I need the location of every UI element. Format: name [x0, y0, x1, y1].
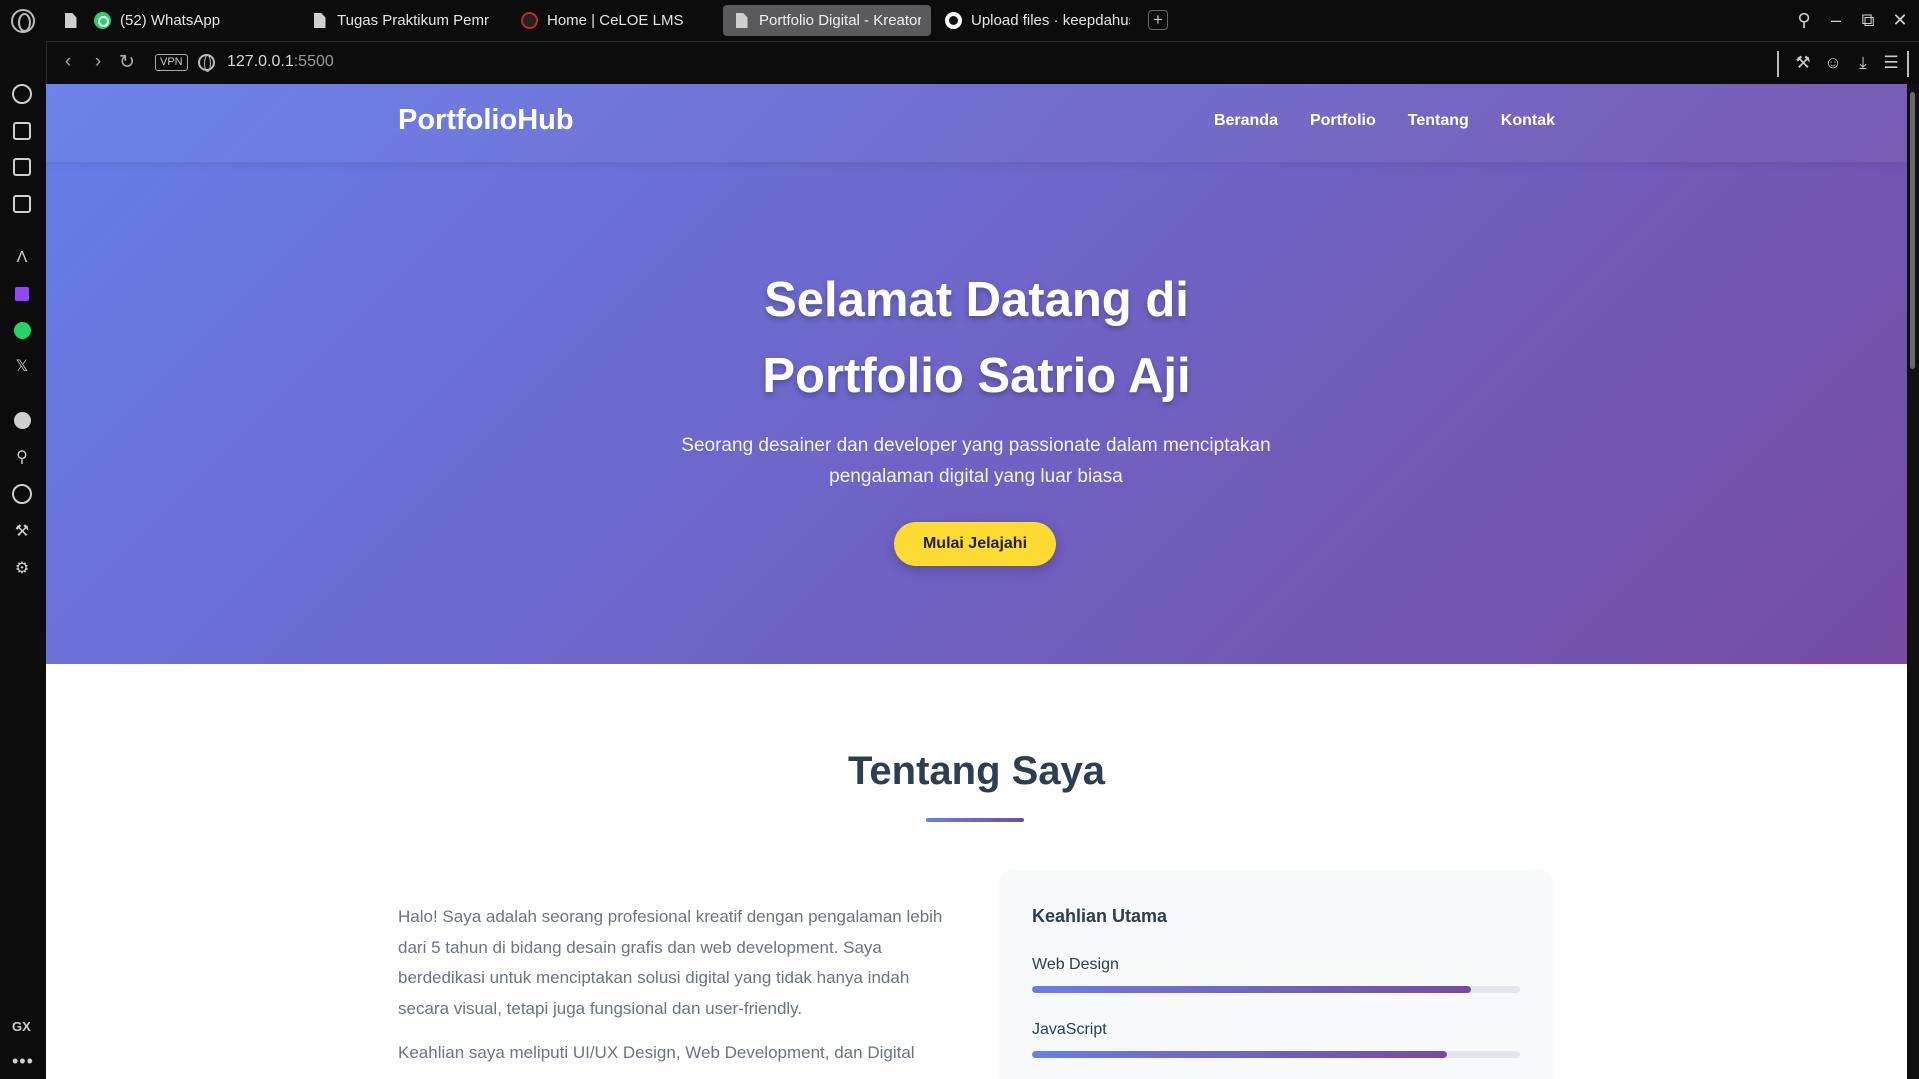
- nav-links: Beranda Portfolio Tentang Kontak: [1214, 112, 1555, 130]
- twitch-icon[interactable]: [11, 283, 33, 305]
- tab-label: Tugas Praktikum Pemrog: [337, 12, 489, 29]
- tab-pinned-doc[interactable]: [52, 5, 82, 36]
- gx-control-label[interactable]: GX: [12, 1019, 31, 1034]
- extensions-icon[interactable]: ⚒: [11, 520, 33, 542]
- document-icon: [62, 12, 79, 29]
- document-icon: [311, 12, 328, 29]
- hero-title-line2: Portfolio Satrio Aji: [762, 349, 1191, 403]
- forward-icon[interactable]: ›: [87, 51, 109, 73]
- celoe-icon: [521, 12, 538, 29]
- browser-tab-bar: (52) WhatsApp Tugas Praktikum Pemrog Hom…: [0, 0, 1919, 41]
- more-options-icon[interactable]: •••: [12, 1051, 34, 1072]
- hero-title-line1: Selamat Datang di: [764, 273, 1189, 327]
- settings-gear-icon[interactable]: ⚙: [11, 557, 33, 579]
- title-underline: [926, 818, 1024, 822]
- tab-label: (52) WhatsApp: [120, 12, 221, 29]
- vpn-badge[interactable]: VPN: [155, 54, 188, 71]
- hero-subtitle: Seorang desainer dan developer yang pass…: [681, 435, 1271, 487]
- hero-section: PortfolioHub Beranda Portfolio Tentang K…: [46, 84, 1907, 664]
- back-icon[interactable]: ‹: [57, 51, 79, 73]
- close-icon[interactable]: ✕: [1888, 8, 1912, 32]
- whatsapp-icon[interactable]: [11, 319, 33, 341]
- skills-title: Keahlian Utama: [1032, 906, 1168, 926]
- toolbar-divider: [1907, 51, 1909, 77]
- address-bar: ‹ › ↻ VPN 127.0.0.1:5500 ⚒ ☺ ⤓ ☰: [46, 41, 1919, 84]
- hero-title: Selamat Datang di Portfolio Satrio Aji: [46, 262, 1907, 414]
- gx-corner-icon[interactable]: [11, 120, 33, 142]
- page-viewport: PortfolioHub Beranda Portfolio Tentang K…: [46, 84, 1907, 1079]
- download-icon[interactable]: ⤓: [1853, 53, 1873, 73]
- tab-label: Upload files · keepdahust: [971, 12, 1130, 29]
- search-icon[interactable]: ⚲: [1792, 8, 1816, 32]
- about-section-title: Tentang Saya: [847, 749, 1106, 793]
- news-icon[interactable]: [11, 156, 33, 178]
- site-navbar: PortfolioHub Beranda Portfolio Tentang K…: [46, 84, 1907, 162]
- tab-celoe-lms[interactable]: Home | CeLOE LMS: [511, 5, 711, 36]
- aria-ai-icon[interactable]: Λ: [11, 247, 33, 269]
- pin-icon[interactable]: ⚲: [11, 446, 33, 468]
- skill-name: Web Design: [1032, 956, 1119, 973]
- reload-icon[interactable]: ↻: [116, 51, 138, 73]
- skill-name: JavaScript: [1032, 1021, 1107, 1038]
- whatsapp-icon: [94, 12, 111, 29]
- toolbar-divider: [1777, 51, 1779, 77]
- skill-item: JavaScript: [1032, 1021, 1520, 1058]
- tab-tugas-praktikum[interactable]: Tugas Praktikum Pemrog: [301, 5, 499, 36]
- tab-label: Portfolio Digital - Kreator: [759, 12, 921, 29]
- easy-setup-menu-icon[interactable]: ☰: [1881, 53, 1901, 73]
- new-tab-button[interactable]: +: [1148, 10, 1168, 30]
- nav-link-tentang[interactable]: Tentang: [1408, 112, 1469, 130]
- profile-icon[interactable]: ☺: [1823, 53, 1843, 73]
- skill-item: Web Design: [1032, 956, 1520, 993]
- spotify-icon[interactable]: [11, 409, 33, 431]
- skill-progress-fill: [1032, 1051, 1447, 1058]
- x-twitter-icon[interactable]: 𝕏: [11, 355, 33, 377]
- document-icon: [733, 12, 750, 29]
- extensions-icon[interactable]: ⚒: [1793, 53, 1813, 73]
- messenger-m-icon[interactable]: [11, 193, 33, 215]
- page-scrollbar[interactable]: [1907, 84, 1919, 1079]
- nav-link-portfolio[interactable]: Portfolio: [1310, 112, 1376, 130]
- url-port: :5500: [293, 53, 334, 70]
- about-text: Halo! Saya adalah seorang profesional kr…: [398, 902, 948, 1079]
- url-field[interactable]: 127.0.0.1:5500: [227, 53, 334, 71]
- url-host: 127.0.0.1: [227, 53, 294, 70]
- skill-progress-track: [1032, 986, 1520, 993]
- tab-whatsapp[interactable]: (52) WhatsApp: [84, 5, 284, 36]
- restore-icon[interactable]: ⧉: [1856, 8, 1880, 32]
- skills-card: Keahlian Utama Web Design JavaScript: [1000, 870, 1552, 1079]
- skill-progress-track: [1032, 1051, 1520, 1058]
- about-paragraph: Halo! Saya adalah seorang profesional kr…: [398, 907, 943, 1018]
- github-icon: [945, 12, 962, 29]
- nav-link-kontak[interactable]: Kontak: [1501, 112, 1555, 130]
- minimize-icon[interactable]: –: [1824, 8, 1848, 32]
- tab-github-upload[interactable]: Upload files · keepdahust: [935, 5, 1140, 36]
- about-paragraph: Keahlian saya meliputi UI/UX Design, Web…: [398, 1043, 915, 1062]
- opera-logo-icon[interactable]: [11, 9, 35, 33]
- history-clock-icon[interactable]: [11, 483, 33, 505]
- browser-sidebar: Λ 𝕏 ⚲ ⚒ ⚙ GX •••: [0, 41, 46, 1079]
- site-brand[interactable]: PortfolioHub: [398, 104, 574, 137]
- cta-button[interactable]: Mulai Jelajahi: [894, 522, 1056, 566]
- scrollbar-thumb[interactable]: [1910, 92, 1915, 369]
- site-info-globe-icon[interactable]: [198, 54, 215, 72]
- tab-label: Home | CeLOE LMS: [547, 12, 684, 29]
- nav-link-beranda[interactable]: Beranda: [1214, 112, 1278, 130]
- tab-portfolio-digital[interactable]: Portfolio Digital - Kreator: [723, 5, 931, 36]
- speed-dial-icon[interactable]: [11, 83, 33, 105]
- skill-progress-fill: [1032, 986, 1472, 993]
